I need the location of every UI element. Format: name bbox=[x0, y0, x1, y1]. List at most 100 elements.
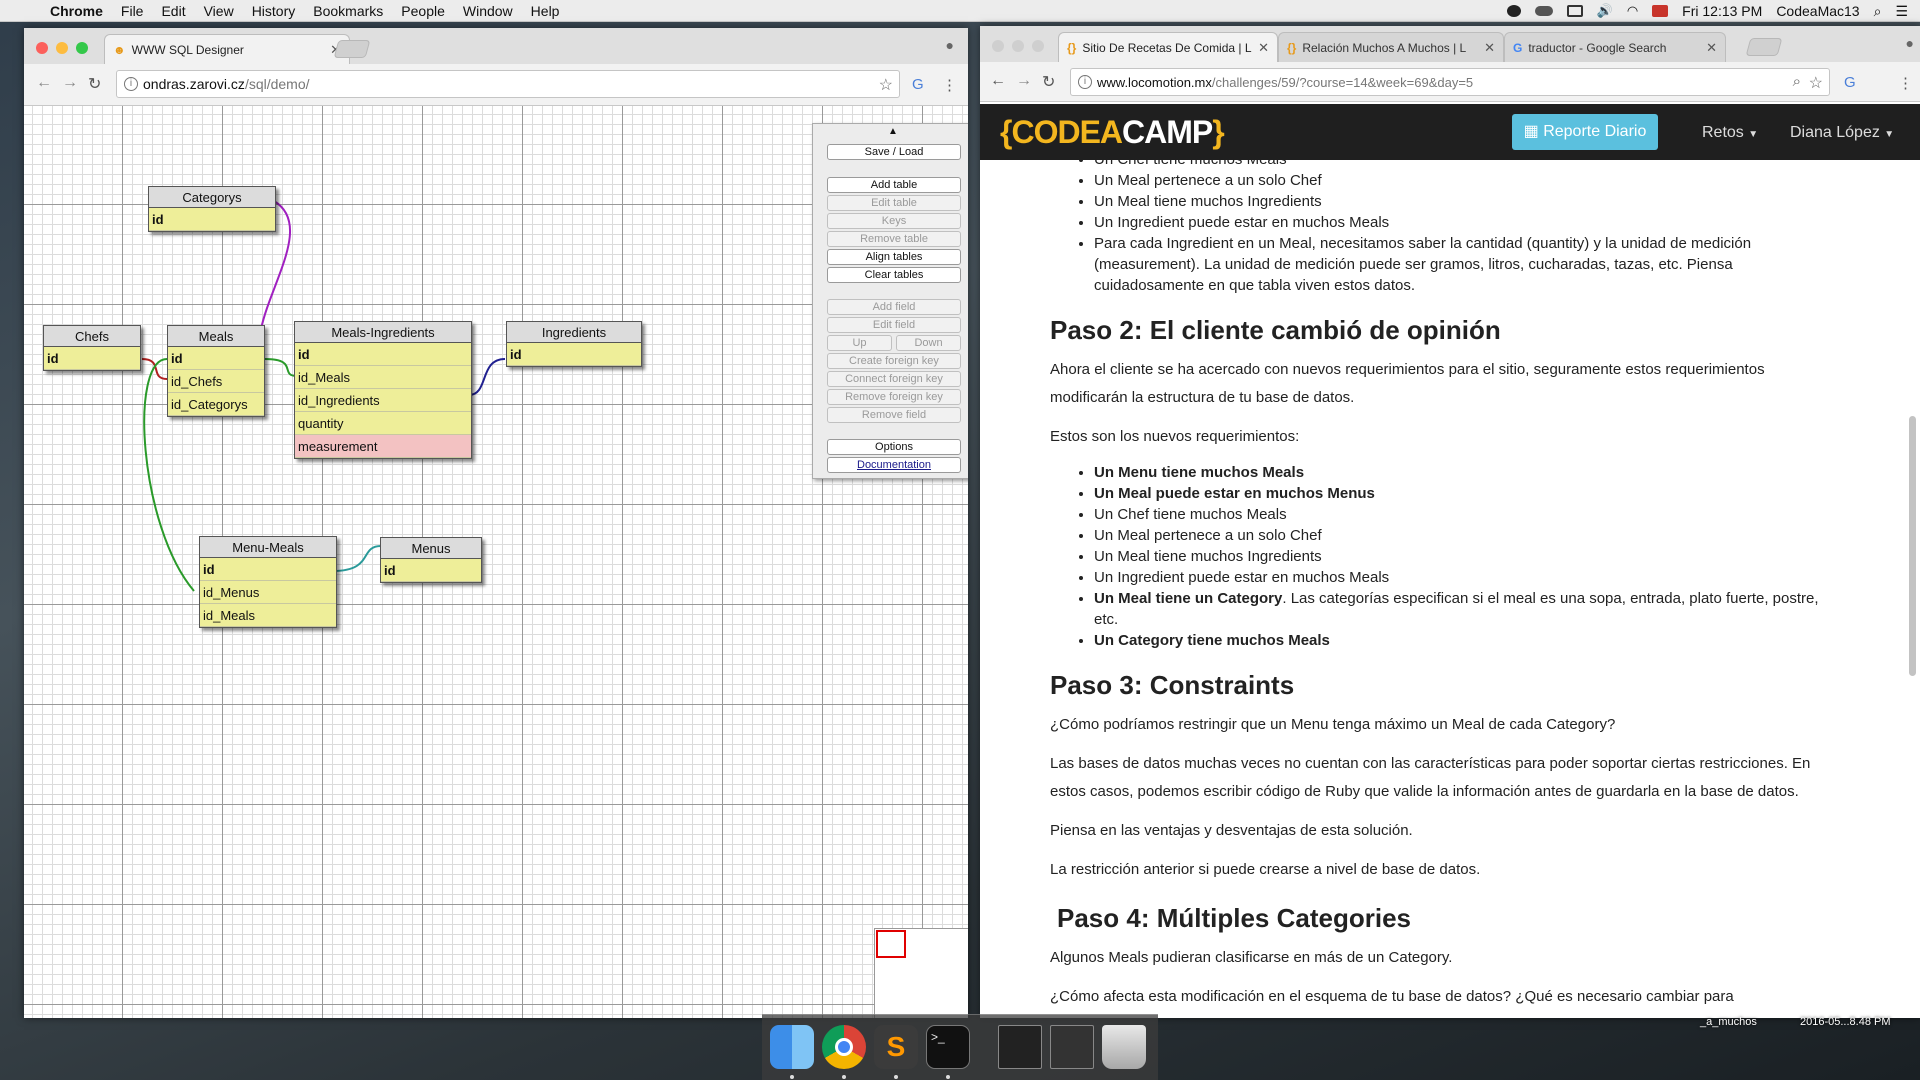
documentation-link[interactable]: Documentation bbox=[827, 457, 961, 473]
sublime-text-icon[interactable]: S bbox=[874, 1025, 918, 1069]
chrome-menu-icon[interactable]: ⋮ bbox=[1898, 74, 1913, 92]
create-foreign-key-button[interactable]: Create foreign key bbox=[827, 353, 961, 369]
table-header[interactable]: Chefs bbox=[44, 326, 140, 347]
table-meals-ingredients[interactable]: Meals-Ingredients id id_Meals id_Ingredi… bbox=[294, 321, 472, 459]
forward-icon[interactable]: → bbox=[1016, 72, 1032, 90]
edit-table-button[interactable]: Edit table bbox=[827, 195, 961, 211]
content-viewport[interactable]: Un Chef tiene muchos Meals Un Meal perte… bbox=[980, 160, 1920, 1018]
options-button[interactable]: Options bbox=[827, 439, 961, 455]
table-field[interactable]: id_Categorys bbox=[168, 393, 264, 416]
close-window-icon[interactable] bbox=[36, 42, 48, 54]
menu-window[interactable]: Window bbox=[463, 3, 513, 19]
table-field[interactable]: id bbox=[168, 347, 264, 370]
site-info-icon[interactable]: i bbox=[1078, 75, 1092, 89]
table-field[interactable]: id_Menus bbox=[200, 581, 336, 604]
cloud-icon[interactable] bbox=[1534, 6, 1553, 16]
notification-center-icon[interactable]: ☰ bbox=[1895, 3, 1908, 20]
back-icon[interactable]: ← bbox=[990, 72, 1006, 90]
table-field[interactable]: quantity bbox=[295, 412, 471, 435]
back-icon[interactable]: ← bbox=[36, 74, 52, 92]
menu-history[interactable]: History bbox=[252, 3, 296, 19]
user-dropdown[interactable]: Diana López ▼ bbox=[1790, 124, 1894, 142]
volume-icon[interactable]: 🔊 bbox=[1597, 3, 1613, 19]
table-field[interactable]: id_Meals bbox=[200, 604, 336, 627]
reload-icon[interactable]: ↻ bbox=[1042, 72, 1055, 92]
close-tab-icon[interactable]: ✕ bbox=[1484, 40, 1495, 56]
retos-dropdown[interactable]: Retos ▼ bbox=[1702, 124, 1758, 142]
forward-icon[interactable]: → bbox=[62, 74, 78, 92]
reporte-diario-button[interactable]: ▦ Reporte Diario bbox=[1512, 114, 1658, 150]
table-header[interactable]: Menus bbox=[381, 538, 481, 559]
clear-tables-button[interactable]: Clear tables bbox=[827, 267, 961, 283]
table-ingredients[interactable]: Ingredients id bbox=[506, 321, 642, 367]
menu-people[interactable]: People bbox=[401, 3, 445, 19]
edit-field-button[interactable]: Edit field bbox=[827, 317, 961, 333]
evernote-icon[interactable] bbox=[1506, 5, 1521, 17]
minimized-window-icon[interactable] bbox=[1050, 1025, 1094, 1069]
bookmark-star-icon[interactable]: ☆ bbox=[879, 75, 893, 95]
table-field[interactable]: id bbox=[295, 343, 471, 366]
menu-file[interactable]: File bbox=[121, 3, 144, 19]
reload-icon[interactable]: ↻ bbox=[88, 74, 101, 94]
table-field-selected[interactable]: measurement bbox=[295, 435, 471, 458]
table-header[interactable]: Ingredients bbox=[507, 322, 641, 343]
menu-bookmarks[interactable]: Bookmarks bbox=[313, 3, 383, 19]
minimize-window-icon[interactable] bbox=[1012, 40, 1024, 52]
airplay-icon[interactable] bbox=[1566, 5, 1583, 17]
desktop-file-label[interactable]: _a_muchos bbox=[1700, 1016, 1757, 1028]
table-header[interactable]: Categorys bbox=[149, 187, 275, 208]
close-tab-icon[interactable]: ✕ bbox=[1706, 40, 1717, 56]
minimize-window-icon[interactable] bbox=[56, 42, 68, 54]
keys-button[interactable]: Keys bbox=[827, 213, 961, 229]
remove-field-button[interactable]: Remove field bbox=[827, 407, 961, 423]
menu-help[interactable]: Help bbox=[531, 3, 560, 19]
translate-icon[interactable]: G bbox=[1844, 74, 1856, 91]
remove-table-button[interactable]: Remove table bbox=[827, 231, 961, 247]
vertical-scrollbar[interactable] bbox=[1909, 416, 1916, 676]
up-button[interactable]: Up bbox=[827, 335, 892, 351]
bookmark-star-icon[interactable]: ☆ bbox=[1809, 73, 1823, 93]
minimap[interactable] bbox=[874, 928, 968, 1018]
spotlight-icon[interactable]: ⌕ bbox=[1874, 3, 1882, 20]
tab-relacion-muchos[interactable]: {} Relación Muchos A Muchos | L ✕ bbox=[1278, 32, 1504, 62]
menu-app-chrome[interactable]: Chrome bbox=[50, 3, 103, 19]
site-info-icon[interactable]: i bbox=[124, 77, 138, 91]
clock-text[interactable]: Fri 12:13 PM bbox=[1682, 3, 1762, 19]
collapse-panel-icon[interactable]: ▲ bbox=[888, 126, 898, 137]
table-header[interactable]: Meals bbox=[168, 326, 264, 347]
tab-sitio-recetas[interactable]: {} Sitio De Recetas De Comida | L ✕ bbox=[1058, 32, 1278, 62]
connect-foreign-key-button[interactable]: Connect foreign key bbox=[827, 371, 961, 387]
user-name[interactable]: CodeaMac13 bbox=[1776, 3, 1859, 19]
table-field[interactable]: id bbox=[507, 343, 641, 366]
terminal-icon[interactable]: >_ bbox=[926, 1025, 970, 1069]
table-chefs[interactable]: Chefs id bbox=[43, 325, 141, 371]
table-header[interactable]: Meals-Ingredients bbox=[295, 322, 471, 343]
add-table-button[interactable]: Add table bbox=[827, 177, 961, 193]
close-tab-icon[interactable]: ✕ bbox=[1258, 40, 1269, 56]
table-field[interactable]: id bbox=[381, 559, 481, 582]
menu-edit[interactable]: Edit bbox=[161, 3, 185, 19]
profile-icon[interactable]: ● bbox=[946, 37, 954, 53]
table-field[interactable]: id_Chefs bbox=[168, 370, 264, 393]
table-field[interactable]: id bbox=[44, 347, 140, 370]
tab-traductor[interactable]: G traductor - Google Search ✕ bbox=[1504, 32, 1726, 62]
remove-foreign-key-button[interactable]: Remove foreign key bbox=[827, 389, 961, 405]
table-header[interactable]: Menu-Meals bbox=[200, 537, 336, 558]
trash-icon[interactable] bbox=[1102, 1025, 1146, 1069]
new-tab-button[interactable] bbox=[1745, 38, 1783, 56]
table-menu-meals[interactable]: Menu-Meals id id_Menus id_Meals bbox=[199, 536, 337, 628]
table-field[interactable]: id bbox=[200, 558, 336, 581]
down-button[interactable]: Down bbox=[896, 335, 961, 351]
table-categorys[interactable]: Categorys id bbox=[148, 186, 276, 232]
chrome-icon[interactable] bbox=[822, 1025, 866, 1069]
save-load-button[interactable]: Save / Load bbox=[827, 144, 961, 160]
zoom-icon[interactable]: ⌕ bbox=[1793, 73, 1801, 90]
new-tab-button[interactable] bbox=[333, 40, 371, 58]
table-field[interactable]: id bbox=[149, 208, 275, 231]
desktop-file-label[interactable]: 2016-05...8.48 PM bbox=[1800, 1016, 1891, 1028]
finder-icon[interactable] bbox=[770, 1025, 814, 1069]
table-field[interactable]: id_Meals bbox=[295, 366, 471, 389]
chrome-menu-icon[interactable]: ⋮ bbox=[942, 76, 957, 94]
minimap-viewport[interactable] bbox=[876, 930, 906, 958]
maximize-window-icon[interactable] bbox=[1032, 40, 1044, 52]
